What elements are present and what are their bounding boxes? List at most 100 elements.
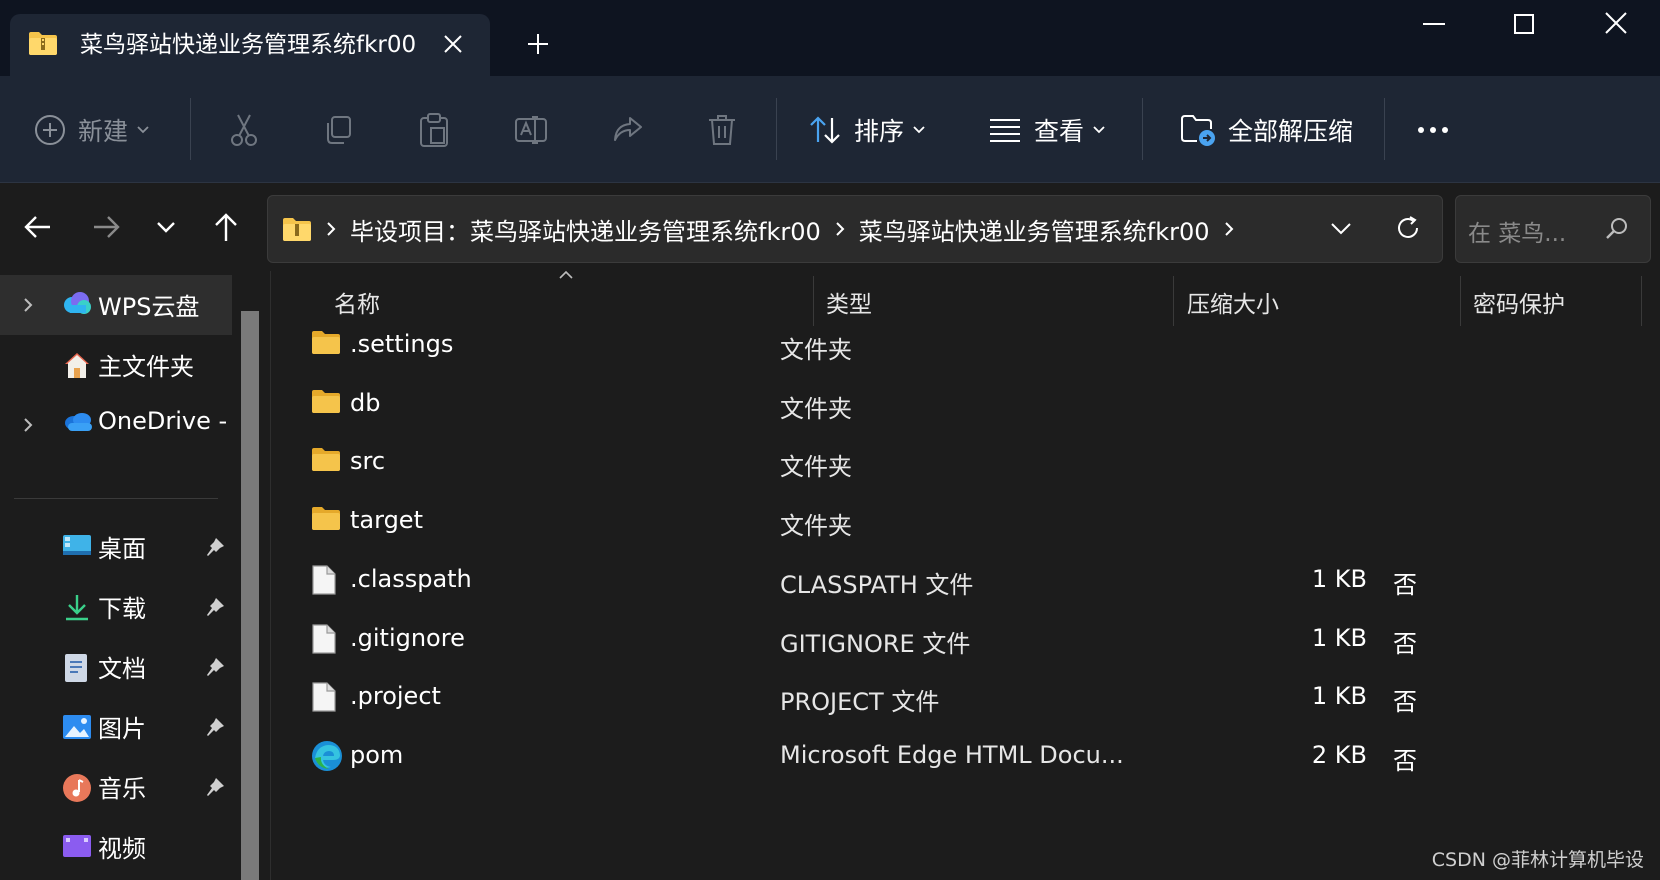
close-window-icon[interactable]: [1594, 8, 1638, 44]
tab-title: 菜鸟驿站快递业务管理系统fkr00: [80, 32, 417, 58]
file-name: src: [350, 447, 386, 476]
sidebar-item-label: OneDrive -: [98, 407, 228, 435]
ellipsis-icon: [1418, 126, 1448, 133]
maximize-icon[interactable]: [1502, 8, 1546, 44]
back-arrow-icon[interactable]: [20, 209, 56, 245]
file-row[interactable]: .project PROJECT 文件 1 KB 否: [271, 668, 1660, 730]
close-tab-icon[interactable]: [440, 31, 466, 57]
window-tab[interactable]: 菜鸟驿站快递业务管理系统fkr00: [10, 14, 490, 76]
extract-all-button[interactable]: 全部解压缩: [1180, 76, 1353, 183]
file-row[interactable]: .settings 文件夹: [271, 316, 1660, 378]
pin-icon[interactable]: [204, 656, 226, 678]
sidebar-scrollbar[interactable]: [241, 311, 259, 880]
file-name: target: [350, 506, 423, 535]
pin-icon[interactable]: [204, 716, 226, 738]
delete-icon: [709, 114, 735, 145]
sidebar-item-music[interactable]: 音乐: [0, 757, 232, 817]
pin-icon[interactable]: [204, 776, 226, 798]
file-type: Microsoft Edge HTML Docu...: [780, 740, 1124, 769]
toolbar-divider: [776, 98, 777, 160]
view-button[interactable]: 查看: [988, 76, 1106, 183]
file-size: 1 KB: [1311, 682, 1367, 711]
file-size: 2 KB: [1311, 740, 1367, 769]
sidebar-item-onedrive[interactable]: OneDrive -: [0, 395, 232, 455]
file-password-protected: 否: [1393, 688, 1417, 717]
column-header-size[interactable]: 压缩大小: [1187, 285, 1279, 319]
folder-icon: [311, 505, 341, 531]
sidebar-item-desktop[interactable]: 桌面: [0, 517, 232, 577]
sort-label: 排序: [854, 116, 905, 146]
add-circle-icon: [35, 114, 65, 145]
file-size: 1 KB: [1311, 564, 1367, 593]
cut-button[interactable]: [228, 76, 260, 183]
home-icon: [62, 351, 92, 379]
file-name: pom: [350, 740, 404, 769]
minimize-icon[interactable]: [1412, 8, 1456, 44]
column-header-name[interactable]: 名称: [334, 285, 380, 319]
pin-icon[interactable]: [204, 596, 226, 618]
search-box[interactable]: 在 菜鸟...: [1455, 195, 1651, 263]
file-password-protected: 否: [1393, 629, 1417, 658]
sidebar-item-videos[interactable]: 视频: [0, 817, 232, 877]
rename-button[interactable]: [514, 76, 548, 183]
column-header-password[interactable]: 密码保护: [1473, 285, 1565, 319]
chevron-right-icon[interactable]: [22, 296, 34, 314]
search-input[interactable]: 在 菜鸟...: [1468, 214, 1566, 248]
command-bar: 新建 排序 查看 全部解压缩: [0, 76, 1660, 183]
sidebar-item-label: 音乐: [98, 775, 146, 803]
forward-arrow-icon[interactable]: [88, 209, 124, 245]
video-icon: [62, 833, 92, 859]
sort-ascending-icon: [558, 269, 574, 281]
column-header-type[interactable]: 类型: [826, 285, 872, 319]
file-row[interactable]: .gitignore GITIGNORE 文件 1 KB 否: [271, 610, 1660, 672]
sidebar-item-label: 桌面: [98, 535, 146, 563]
file-icon: [311, 564, 337, 596]
sidebar-item-downloads[interactable]: 下载: [0, 577, 232, 637]
sidebar-item-documents[interactable]: 文档: [0, 637, 232, 697]
music-icon: [62, 773, 92, 803]
breadcrumb-item[interactable]: 菜鸟驿站快递业务管理系统fkr00: [859, 212, 1210, 247]
file-name: .project: [350, 682, 441, 711]
chevron-right-icon[interactable]: [22, 416, 34, 434]
watermark: CSDN @菲林计算机毕设: [1431, 849, 1644, 871]
sidebar-item-pictures[interactable]: 图片: [0, 697, 232, 757]
sidebar-item-label: WPS云盘: [98, 293, 200, 321]
paste-button[interactable]: [418, 76, 450, 183]
new-button[interactable]: 新建: [34, 76, 150, 183]
file-row[interactable]: src 文件夹: [271, 433, 1660, 495]
search-icon: [1604, 216, 1630, 242]
zip-folder-icon: [283, 218, 311, 241]
edge-icon: [311, 740, 343, 772]
file-row[interactable]: db 文件夹: [271, 375, 1660, 437]
file-row[interactable]: pom Microsoft Edge HTML Docu... 2 KB 否: [271, 727, 1660, 789]
more-options-button[interactable]: [1416, 76, 1450, 183]
address-bar[interactable]: 毕设项目：菜鸟驿站快递业务管理系统fkr00 菜鸟驿站快递业务管理系统fkr00: [267, 195, 1443, 263]
copy-button[interactable]: [322, 76, 354, 183]
address-history-chevron-icon[interactable]: [1328, 216, 1354, 242]
zip-folder-icon: [28, 30, 58, 56]
file-name: .classpath: [350, 564, 472, 593]
sort-button[interactable]: 排序: [808, 76, 926, 183]
file-type: 文件夹: [780, 336, 852, 364]
recent-locations-icon[interactable]: [148, 209, 184, 245]
chevron-right-icon: [836, 222, 845, 236]
breadcrumb: 毕设项目：菜鸟驿站快递业务管理系统fkr00 菜鸟驿站快递业务管理系统fkr00: [282, 196, 1248, 262]
refresh-icon[interactable]: [1394, 214, 1422, 242]
paste-icon: [420, 112, 448, 147]
chevron-down-icon: [913, 125, 925, 133]
extract-all-label: 全部解压缩: [1228, 116, 1354, 146]
folder-icon: [311, 446, 341, 472]
file-row[interactable]: target 文件夹: [271, 492, 1660, 554]
file-name: .settings: [350, 330, 454, 358]
sidebar-item-wps-cloud[interactable]: WPS云盘: [0, 275, 232, 335]
wps-cloud-icon: [62, 291, 92, 315]
sidebar-item-home[interactable]: 主文件夹: [0, 335, 232, 395]
pin-icon[interactable]: [204, 536, 226, 558]
onedrive-icon: [62, 411, 94, 433]
breadcrumb-item[interactable]: 毕设项目：菜鸟驿站快递业务管理系统fkr00: [350, 212, 821, 247]
share-button[interactable]: [610, 76, 644, 183]
delete-button[interactable]: [706, 76, 738, 183]
up-arrow-icon[interactable]: [208, 209, 244, 245]
new-tab-icon[interactable]: [524, 30, 552, 58]
file-row[interactable]: .classpath CLASSPATH 文件 1 KB 否: [271, 551, 1660, 613]
